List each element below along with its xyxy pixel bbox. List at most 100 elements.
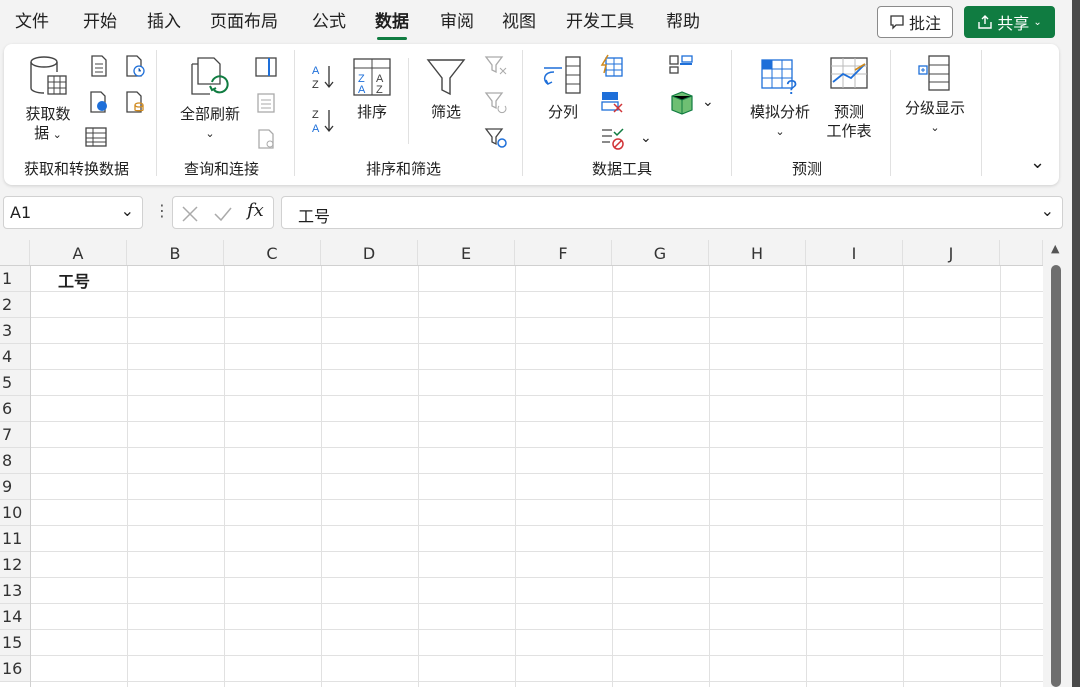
column-header-a[interactable]: A <box>30 240 127 266</box>
cell-a1[interactable]: 工号 <box>58 268 90 292</box>
grid-line <box>30 525 1043 526</box>
grid-line <box>321 266 322 687</box>
row-header[interactable]: 3 <box>0 318 30 344</box>
row-header[interactable]: 16 <box>0 656 30 682</box>
menu-home[interactable]: 开始 <box>83 10 117 34</box>
menu-help[interactable]: 帮助 <box>666 10 700 34</box>
menu-page-layout[interactable]: 页面布局 <box>210 10 278 34</box>
cancel-icon[interactable] <box>181 205 199 223</box>
scrollbar-thumb[interactable] <box>1051 265 1061 687</box>
forecast-label-2: 工作表 <box>826 122 872 140</box>
chevron-down-icon[interactable]: ⌄ <box>640 130 652 146</box>
data-validation-icon[interactable] <box>600 126 628 150</box>
menu-view[interactable]: 视图 <box>502 10 536 34</box>
flash-fill-icon[interactable] <box>600 54 624 78</box>
properties-icon[interactable] <box>256 92 276 114</box>
enter-icon[interactable] <box>213 205 233 223</box>
get-data-button[interactable]: 获取数 据 ⌄ <box>18 54 78 144</box>
row-header[interactable]: 5 <box>0 370 30 396</box>
chevron-down-icon[interactable]: ⌄ <box>702 94 714 110</box>
sort-ascending-icon[interactable]: AZ <box>310 62 336 92</box>
clear-filter-icon[interactable] <box>484 54 508 78</box>
menu-insert[interactable]: 插入 <box>147 10 181 34</box>
column-header-b[interactable]: B <box>127 240 224 266</box>
column-header-f[interactable]: F <box>515 240 612 266</box>
formula-input[interactable]: 工号 ⌄ <box>281 196 1063 229</box>
row-header[interactable]: 4 <box>0 344 30 370</box>
menu-developer[interactable]: 开发工具 <box>566 10 634 34</box>
consolidate-icon[interactable] <box>668 54 694 76</box>
name-box[interactable]: A1 ⌄ <box>3 196 143 229</box>
grid-line <box>30 499 1043 500</box>
data-model-icon[interactable] <box>668 90 694 116</box>
row-header[interactable]: 9 <box>0 474 30 500</box>
grid-line <box>30 473 1043 474</box>
from-web-icon[interactable] <box>88 90 110 114</box>
column-header-c[interactable]: C <box>224 240 321 266</box>
what-if-analysis-button[interactable]: ? 模拟分析 ⌄ <box>744 54 816 141</box>
select-all-corner[interactable] <box>0 240 30 266</box>
share-icon <box>978 15 992 29</box>
text-to-columns-button[interactable]: 分列 <box>538 54 588 122</box>
column-header-g[interactable]: G <box>612 240 709 266</box>
advanced-filter-icon[interactable] <box>484 126 508 150</box>
chevron-down-icon[interactable]: ⌄ <box>121 201 134 220</box>
sort-button[interactable]: ZAAZ 排序 <box>348 56 396 122</box>
comment-button[interactable]: 批注 <box>877 6 953 38</box>
from-table-icon[interactable] <box>84 126 108 148</box>
row-header[interactable]: 13 <box>0 578 30 604</box>
column-header-i[interactable]: I <box>806 240 903 266</box>
group-label-data-tools: 数据工具 <box>592 160 653 178</box>
reapply-icon[interactable] <box>484 90 508 114</box>
grid-line <box>30 317 1043 318</box>
column-header-k[interactable] <box>1000 240 1043 266</box>
menu-formulas[interactable]: 公式 <box>312 10 346 34</box>
svg-text:A: A <box>312 65 320 77</box>
menu-file[interactable]: 文件 <box>15 10 49 34</box>
column-header-e[interactable]: E <box>418 240 515 266</box>
menu-review[interactable]: 审阅 <box>440 10 474 34</box>
recent-sources-icon[interactable] <box>124 54 146 78</box>
group-separator <box>522 50 523 176</box>
row-header[interactable]: 8 <box>0 448 30 474</box>
expand-formula-icon[interactable]: ⌄ <box>1041 201 1054 220</box>
worksheet-grid[interactable]: A B C D E F G H I J 1 2 3 4 5 6 7 8 9 10… <box>0 240 1043 687</box>
sort-descending-icon[interactable]: ZA <box>310 106 336 136</box>
existing-connections-icon[interactable] <box>124 90 146 114</box>
more-options-icon[interactable]: ⋮ <box>154 201 170 220</box>
grid-line <box>30 395 1043 396</box>
svg-text:?: ? <box>786 77 797 98</box>
row-header[interactable]: 11 <box>0 526 30 552</box>
grid-line <box>0 265 1043 266</box>
remove-duplicates-icon[interactable] <box>600 90 624 114</box>
row-header[interactable]: 1 <box>0 266 30 292</box>
row-header[interactable]: 14 <box>0 604 30 630</box>
menu-data[interactable]: 数据 <box>375 10 409 40</box>
name-box-value: A1 <box>10 203 32 222</box>
share-button[interactable]: 共享 ⌄ <box>964 6 1055 38</box>
row-header[interactable]: 12 <box>0 552 30 578</box>
forecast-sheet-button[interactable]: 预测 工作表 <box>822 54 876 141</box>
outline-button[interactable]: 分级显示 ⌄ <box>899 52 971 137</box>
row-header[interactable]: 6 <box>0 396 30 422</box>
row-header[interactable]: 15 <box>0 630 30 656</box>
row-header[interactable]: 10 <box>0 500 30 526</box>
row-header[interactable]: 2 <box>0 292 30 318</box>
refresh-all-button[interactable]: 全部刷新 ⌄ <box>174 56 246 143</box>
collapse-ribbon-icon[interactable]: ⌄ <box>1030 152 1045 173</box>
group-separator <box>294 50 295 176</box>
filter-icon <box>426 59 466 96</box>
column-header-d[interactable]: D <box>321 240 418 266</box>
window-edge <box>1072 0 1080 687</box>
row-header[interactable]: 7 <box>0 422 30 448</box>
grid-line <box>30 603 1043 604</box>
formula-bar: A1 ⌄ ⋮ fx 工号 ⌄ <box>0 196 1080 230</box>
filter-button[interactable]: 筛选 <box>422 56 470 122</box>
queries-connections-icon[interactable] <box>254 56 278 78</box>
column-header-h[interactable]: H <box>709 240 806 266</box>
edit-links-icon[interactable] <box>256 128 278 150</box>
from-text-icon[interactable] <box>88 54 110 78</box>
column-header-j[interactable]: J <box>903 240 1000 266</box>
scroll-up-icon[interactable]: ▲ <box>1051 242 1059 255</box>
insert-function-icon[interactable]: fx <box>247 200 264 221</box>
